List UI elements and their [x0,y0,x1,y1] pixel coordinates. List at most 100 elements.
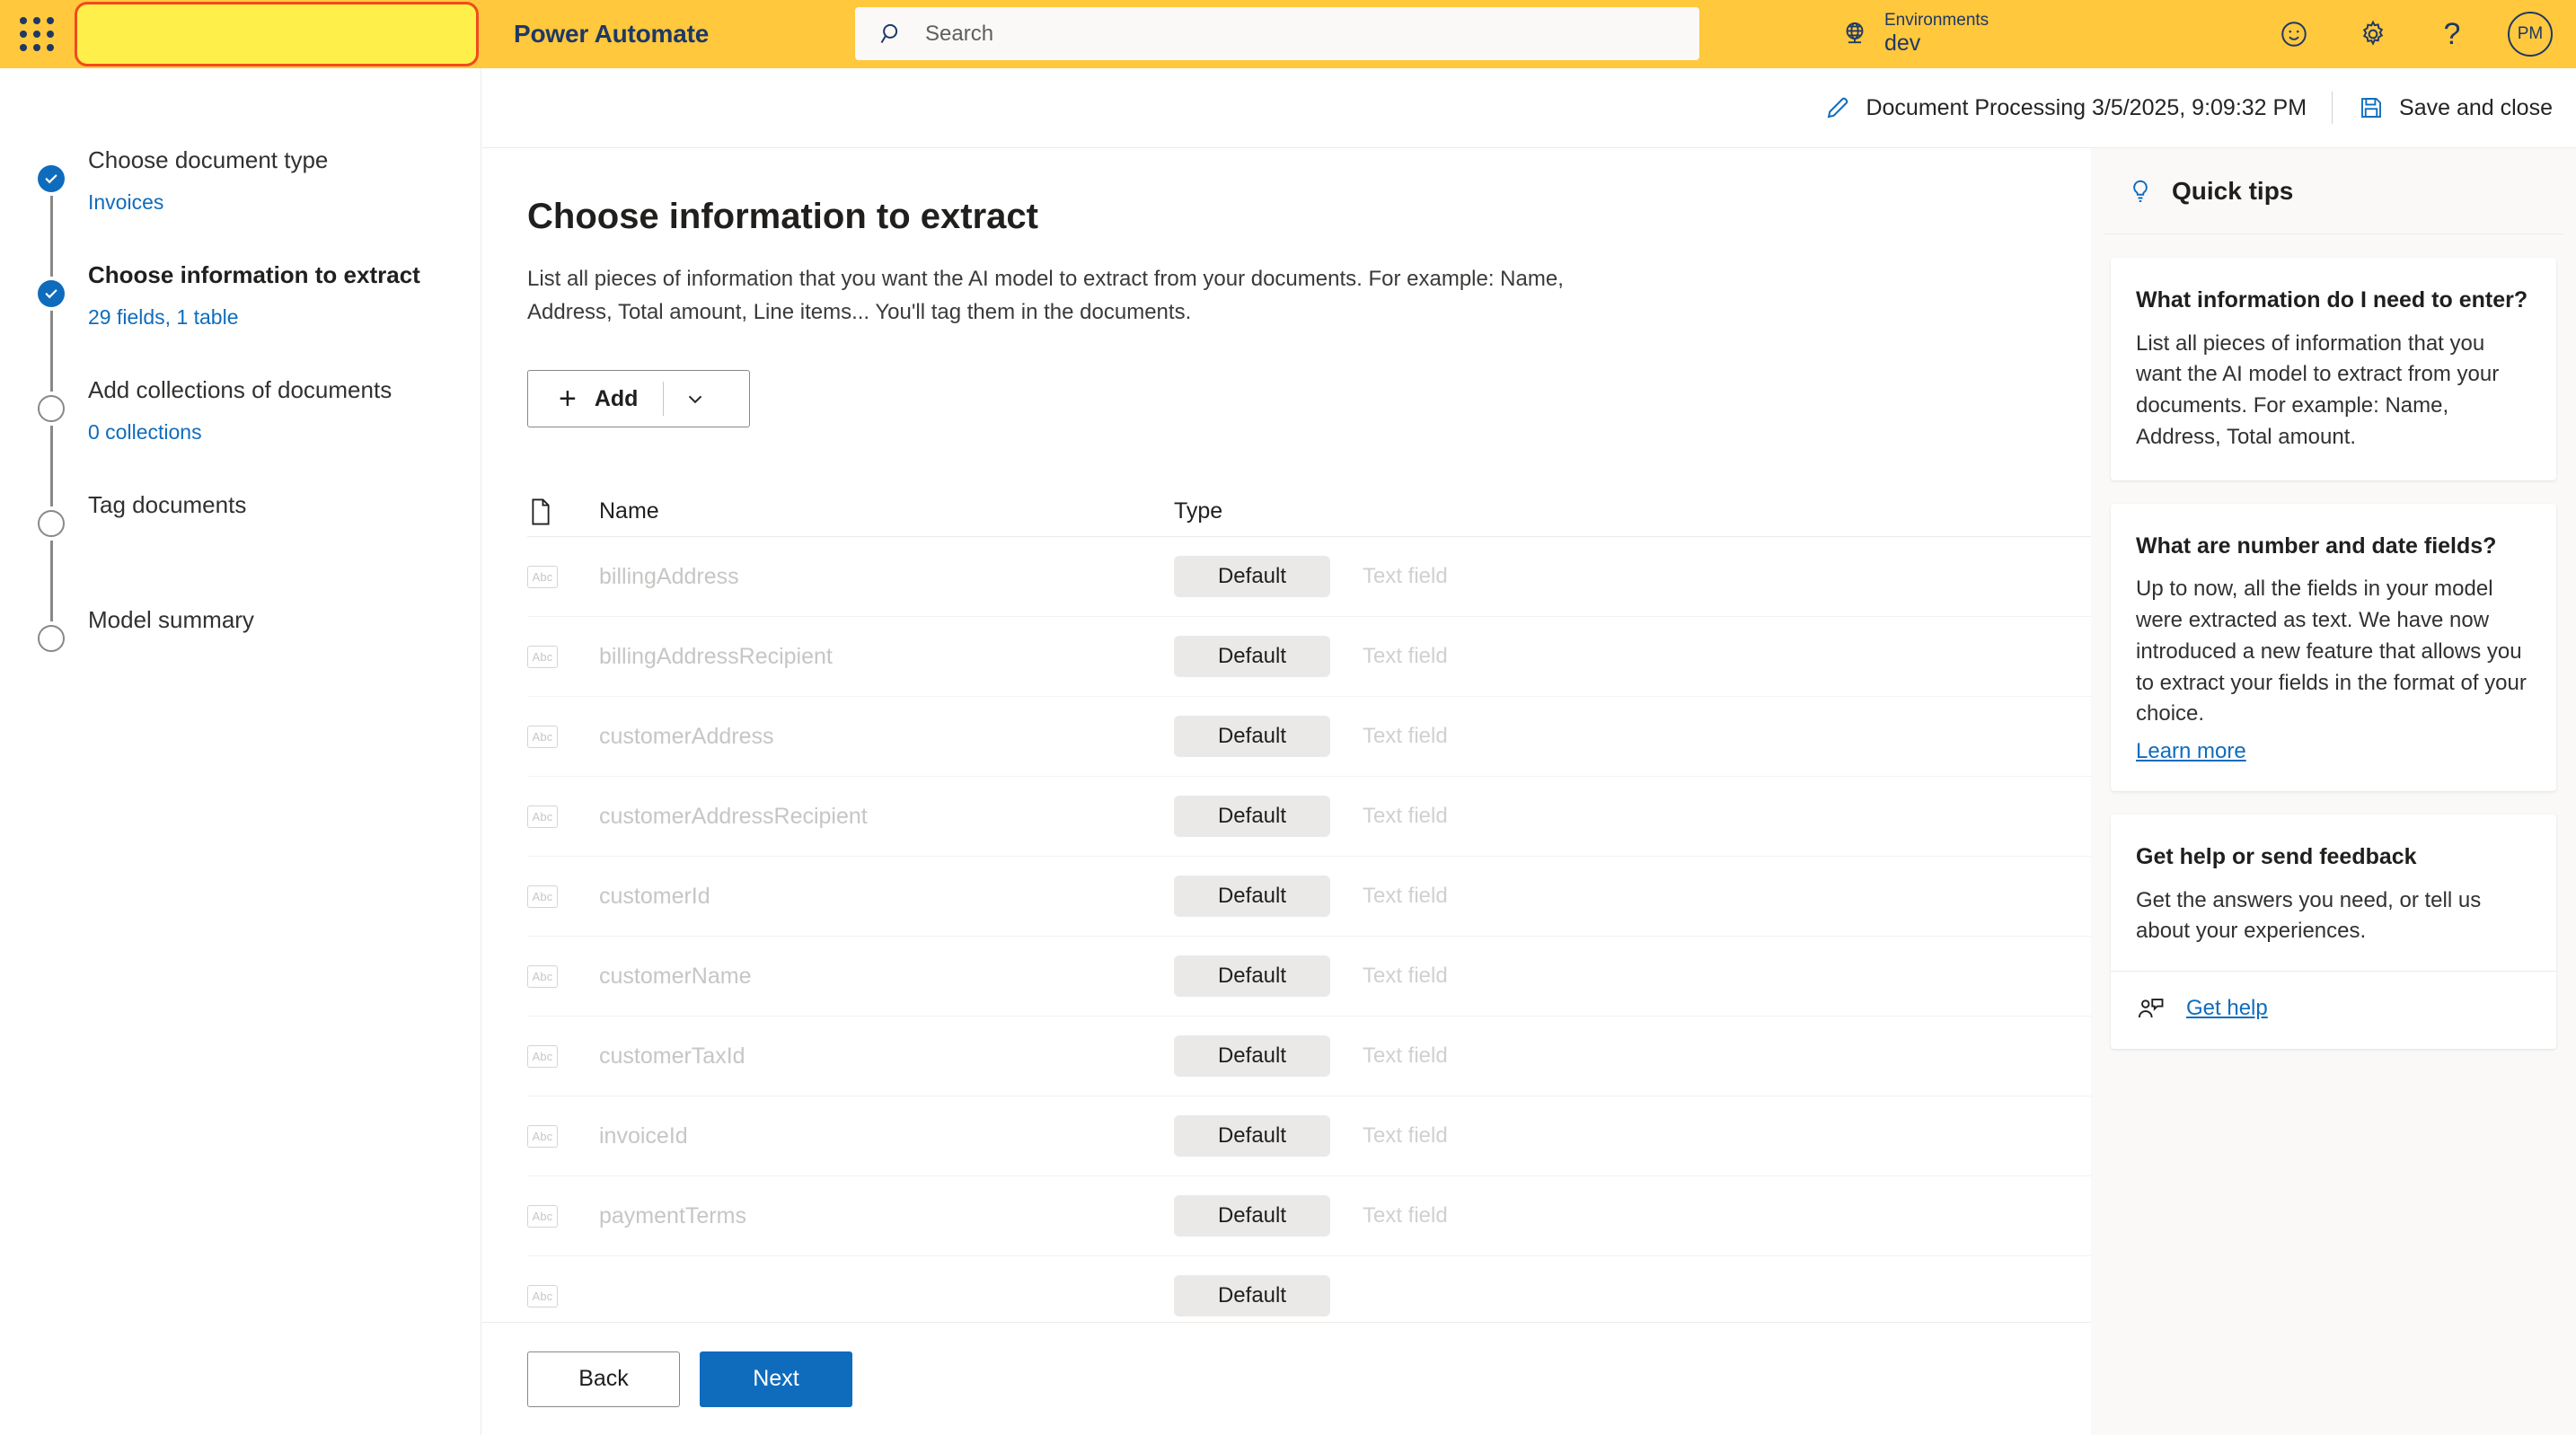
environment-value: dev [1884,31,1921,57]
step-subtitle[interactable]: Invoices [88,190,481,215]
tip-title: What are number and date fields? [2136,533,2497,559]
tip-divider [2111,971,2556,973]
wizard-step-choose-information-to-extract[interactable]: Choose information to extract 29 fields,… [0,260,481,392]
page-title: Choose information to extract [527,197,1038,236]
abc-icon: Abc [527,1284,558,1307]
field-name: customerTaxId [599,1043,745,1069]
fields-table: Name Type Abc billingAddress Default Tex… [527,487,2091,1323]
feedback-button[interactable] [2271,11,2317,57]
gear-icon [2362,20,2384,46]
format-chip[interactable]: Default [1174,955,1330,998]
table-row[interactable]: Abc invoiceId Default Text field [527,1096,2091,1177]
tip-body: Get the answers you need, or tell us abo… [2136,887,2482,944]
field-name: customerAddress [599,723,774,749]
field-type: Text field [1363,1203,1448,1228]
search-placeholder: Search [925,21,994,46]
format-chip[interactable]: Default [1174,556,1330,598]
format-chip[interactable]: Default [1174,1035,1330,1078]
add-button[interactable]: + Add [527,370,750,428]
field-name: billingAddress [599,563,739,589]
table-row[interactable]: Abc paymentTerms Default Text field [527,1176,2091,1257]
waffle-icon [20,17,54,51]
abc-icon: Abc [527,565,558,588]
next-button[interactable]: Next [700,1351,852,1407]
save-icon [2361,98,2381,118]
column-header-type[interactable]: Type [1174,498,2091,524]
quick-tips-title: Quick tips [2172,176,2294,205]
abc-icon: Abc [527,725,558,748]
chevron-down-icon[interactable] [684,387,707,410]
column-header-name[interactable]: Name [599,498,1174,524]
tip-body: List all pieces of information that you … [2136,330,2500,449]
wizard-rail: Choose document type Invoices Choose inf… [0,68,481,1435]
format-chip[interactable]: Default [1174,876,1330,918]
wizard-step-add-collections-of-documents[interactable]: Add collections of documents 0 collectio… [0,375,481,506]
command-divider [2332,92,2333,124]
add-button-divider [663,382,665,417]
format-chip[interactable]: Default [1174,1115,1330,1158]
tip-card-get-help: Get help or send feedback Get the answer… [2111,814,2556,1050]
save-and-close-label: Save and close [2399,94,2553,120]
table-row[interactable]: Abc Default [527,1256,2091,1323]
get-help-link[interactable]: Get help [2186,996,2268,1021]
format-chip[interactable]: Default [1174,636,1330,678]
abc-icon: Abc [527,1124,558,1148]
learn-more-link[interactable]: Learn more [2136,739,2246,764]
abc-icon: Abc [527,1204,558,1228]
format-chip[interactable]: Default [1174,716,1330,758]
app-launcher-button[interactable] [13,0,61,68]
save-and-close-button[interactable]: Save and close [2358,94,2553,121]
abc-icon: Abc [527,645,558,668]
quick-tips-header: Quick tips [2104,148,2563,234]
field-type: Text field [1363,1123,1448,1149]
step-title: Model summary [88,606,254,633]
table-row[interactable]: Abc customerName Default Text field [527,937,2091,1017]
rename-model-button[interactable]: Document Processing 3/5/2025, 9:09:32 PM [1824,94,2307,121]
format-chip[interactable]: Default [1174,1195,1330,1237]
back-button[interactable]: Back [527,1351,680,1407]
field-name: customerName [599,963,752,989]
wizard-step-choose-document-type[interactable]: Choose document type Invoices [0,145,481,277]
search-input[interactable]: Search [855,7,1699,60]
abc-icon: Abc [527,885,558,908]
field-type: Text field [1363,1043,1448,1069]
question-mark-icon: ? [2443,16,2461,51]
command-bar: Document Processing 3/5/2025, 9:09:32 PM… [481,68,2576,147]
table-row[interactable]: Abc customerAddressRecipient Default Tex… [527,777,2091,858]
table-row[interactable]: Abc customerTaxId Default Text field [527,1017,2091,1097]
table-row[interactable]: Abc billingAddressRecipient Default Text… [527,617,2091,698]
field-type: Text field [1363,724,1448,749]
highlight-annotation-box [75,2,479,66]
wizard-step-model-summary[interactable]: Model summary [0,605,481,659]
fields-scroll-area[interactable]: Choose information to extract List all p… [482,148,2091,1323]
avatar[interactable]: PM [2508,12,2553,57]
table-row[interactable]: Abc customerId Default Text field [527,857,2091,938]
step-complete-icon [38,280,65,307]
get-help-row[interactable]: Get help [2136,995,2531,1022]
table-row[interactable]: Abc customerAddress Default Text field [527,697,2091,778]
step-title: Tag documents [88,491,247,518]
tip-card-what-information: What information do I need to enter? Lis… [2111,258,2556,480]
wizard-step-tag-documents[interactable]: Tag documents [0,490,481,621]
tip-body: Up to now, all the fields in your model … [2136,577,2527,726]
settings-button[interactable] [2350,11,2396,57]
environments-label: Environments [1884,11,1989,31]
step-subtitle[interactable]: 29 fields, 1 table [88,305,481,330]
step-title: Choose information to extract [88,261,420,288]
suite-actions: ? PM [2271,0,2560,68]
suite-bar: Power Automate Search Environments dev ?… [0,0,2576,68]
model-name: Document Processing 3/5/2025, 9:09:32 PM [1866,94,2307,120]
table-row[interactable]: Abc billingAddress Default Text field [527,537,2091,618]
abc-icon: Abc [527,1044,558,1068]
tip-title: Get help or send feedback [2136,844,2417,870]
format-chip[interactable]: Default [1174,796,1330,838]
tip-title: What information do I need to enter? [2136,287,2528,313]
environment-picker[interactable]: Environments dev [1839,0,1989,68]
format-chip[interactable]: Default [1174,1275,1330,1317]
tip-card-number-and-date-fields: What are number and date fields? Up to n… [2111,503,2556,792]
step-pending-icon [38,510,65,537]
field-name: customerAddressRecipient [599,803,868,829]
step-subtitle[interactable]: 0 collections [88,420,481,445]
help-button[interactable]: ? [2429,11,2475,57]
field-type: Text field [1363,884,1448,909]
